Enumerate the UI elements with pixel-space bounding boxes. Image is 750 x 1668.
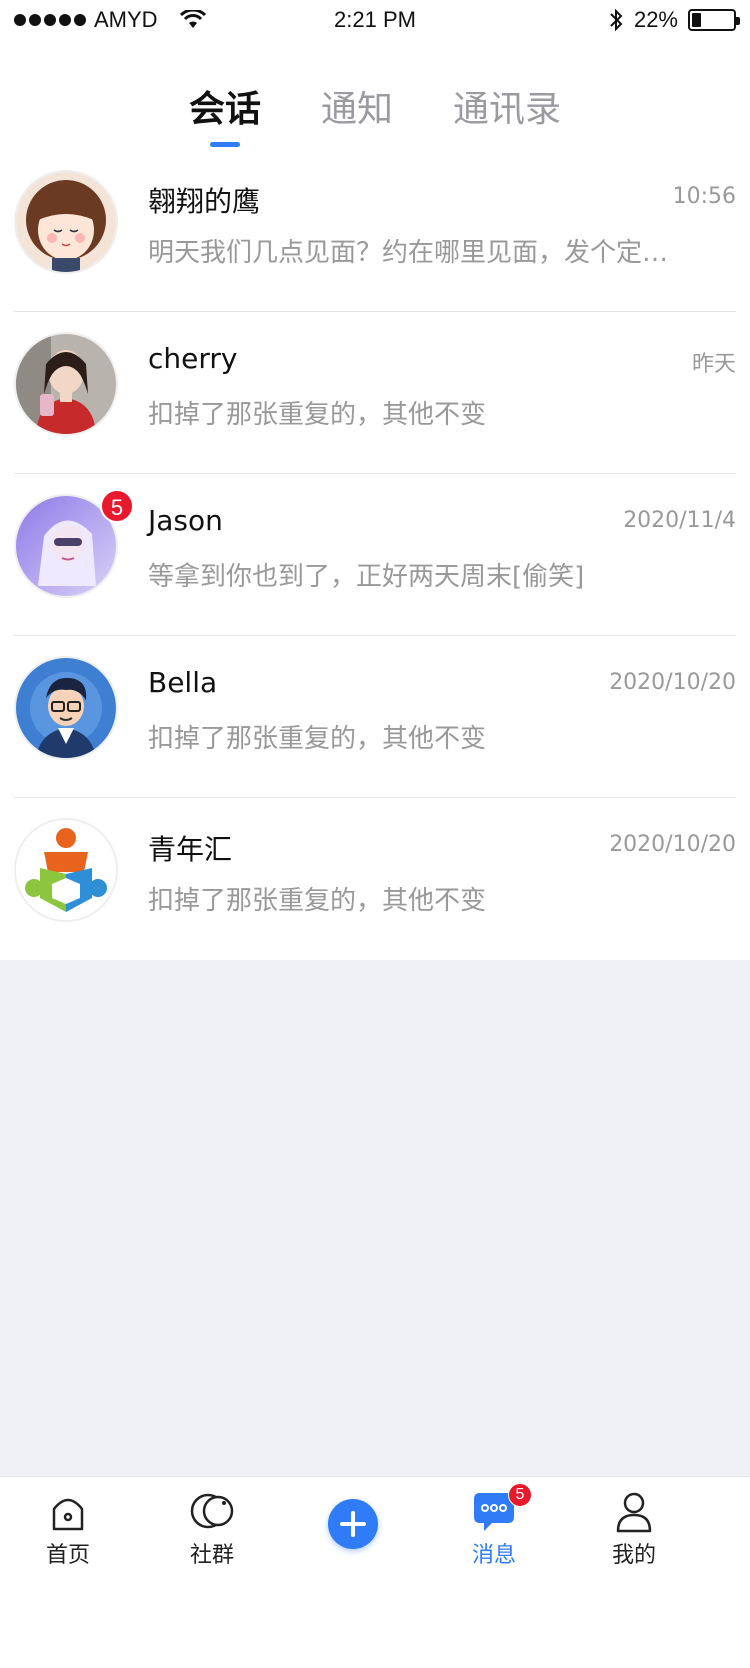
contact-name: Bella	[148, 666, 218, 699]
conversation-item[interactable]: 翱翔的鹰 10:56 明天我们几点见面？约在哪里见面，发个定位吧	[0, 150, 750, 312]
contact-name: 青年汇	[148, 833, 233, 866]
conversation-item[interactable]: 青年汇 2020/10/20 扣掉了那张重复的，其他不变	[0, 798, 750, 960]
carrier-label: AMYD	[94, 7, 158, 32]
active-tab-indicator	[209, 142, 240, 147]
tab-conversations[interactable]: 会话	[188, 40, 261, 147]
message-preview: 扣掉了那张重复的，其他不变	[148, 886, 487, 916]
message-preview: 扣掉了那张重复的，其他不变	[148, 724, 487, 754]
message-time: 10:56	[672, 184, 736, 209]
nav-messages[interactable]: 5 消息	[444, 1483, 544, 1569]
status-left: AMYD	[14, 7, 206, 33]
conversation-item[interactable]: Bella 2020/10/20 扣掉了那张重复的，其他不变	[0, 636, 750, 798]
wifi-icon	[179, 10, 206, 28]
avatar[interactable]	[14, 170, 118, 274]
home-icon	[52, 1498, 84, 1531]
community-icon	[190, 1493, 234, 1529]
nav-label: 消息	[471, 1543, 516, 1568]
contact-name: cherry	[148, 342, 238, 375]
conversation-list: 翱翔的鹰 10:56 明天我们几点见面？约在哪里见面，发个定位吧 cherry …	[0, 150, 750, 960]
message-preview: 等拿到你也到了，正好两天周末[偷笑]	[148, 562, 585, 592]
avatar[interactable]	[14, 656, 118, 760]
nav-mine[interactable]: 我的	[584, 1489, 684, 1569]
cartoon-girl-avatar-icon	[16, 172, 116, 272]
avatar[interactable]	[14, 332, 118, 436]
tab-notifications[interactable]: 通知	[321, 40, 393, 132]
battery-percent: 22%	[633, 7, 678, 32]
cartoon-boy-avatar-icon	[16, 658, 116, 758]
nav-unread-badge: 5	[508, 1483, 532, 1507]
photo-avatar-icon	[16, 334, 116, 434]
nav-community[interactable]: 社群	[162, 1489, 262, 1569]
battery-level	[692, 13, 701, 27]
message-time: 2020/10/20	[609, 670, 736, 695]
nav-home[interactable]: 首页	[18, 1489, 118, 1569]
contact-name: Jason	[148, 504, 223, 537]
message-time: 2020/10/20	[609, 832, 736, 857]
status-bar: AMYD 2:21 PM 22%	[0, 0, 750, 40]
signal-strength-icon	[14, 14, 86, 26]
conversation-item[interactable]: cherry 昨天 扣掉了那张重复的，其他不变	[0, 312, 750, 474]
status-right: 22%	[608, 7, 740, 33]
message-preview: 扣掉了那张重复的，其他不变	[148, 400, 487, 430]
unread-badge: 5	[100, 489, 134, 523]
nav-label: 首页	[45, 1543, 90, 1568]
tab-contacts[interactable]: 通讯录	[453, 40, 561, 132]
message-time: 2020/11/4	[623, 508, 736, 533]
avatar[interactable]	[14, 818, 118, 922]
nav-label: 社群	[189, 1543, 234, 1568]
bluetooth-icon	[610, 8, 623, 32]
nav-label: 我的	[611, 1543, 656, 1568]
user-icon	[616, 1492, 652, 1533]
conversation-item[interactable]: 5 Jason 2020/11/4 等拿到你也到了，正好两天周末[偷笑]	[0, 474, 750, 636]
message-time: 昨天	[691, 352, 736, 377]
tab-label: 通知	[320, 89, 393, 130]
message-preview: 明天我们几点见面？约在哪里见面，发个定位吧	[148, 238, 688, 268]
group-logo-icon	[16, 820, 116, 920]
contact-name: 翱翔的鹰	[148, 185, 261, 218]
tab-label: 通讯录	[453, 89, 562, 130]
tab-label: 会话	[188, 89, 261, 130]
bottom-nav: 首页 社群 5 消息 我的	[0, 1476, 750, 1668]
tabs-header: 会话 通知 通讯录	[0, 40, 750, 150]
add-button[interactable]	[328, 1499, 378, 1549]
battery-icon	[688, 9, 740, 31]
